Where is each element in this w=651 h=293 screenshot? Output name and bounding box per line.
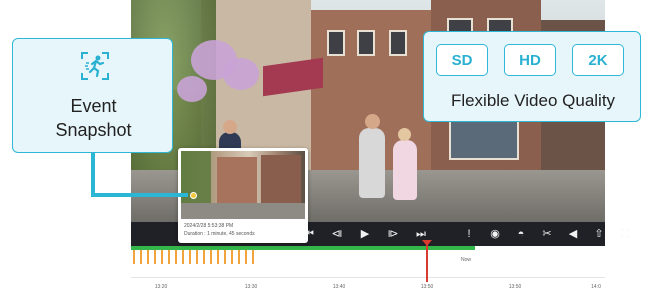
video-blossom [177, 76, 207, 102]
current-time-handle[interactable] [422, 240, 432, 246]
event-label-line1: Event [70, 96, 117, 116]
event-timestamp: 2024/2/28 5:53:38 PM [184, 223, 234, 229]
playback-controls: ⏮ ⧏ ▶ ⧐ ⏭ [303, 228, 427, 240]
timeline-label: 13:40 [332, 284, 346, 290]
timeline-label: 13:50 [420, 284, 434, 290]
video-blossom [223, 58, 259, 90]
mask-icon[interactable]: ◓ [515, 228, 527, 240]
event-tick[interactable] [189, 250, 191, 264]
event-duration: Duration : 1 minute, 45 seconds [184, 231, 255, 237]
event-markers [131, 250, 254, 264]
event-thumbnail-popup[interactable]: 2024/2/28 5:53:38 PM Duration : 1 minute… [178, 148, 308, 243]
timeline-label: 13:30 [244, 284, 258, 290]
event-tick[interactable] [245, 250, 247, 264]
event-tick[interactable] [175, 250, 177, 264]
event-tick[interactable] [133, 250, 135, 264]
play-icon[interactable]: ▶ [359, 228, 371, 240]
timeline-label: 13:50 [508, 284, 522, 290]
event-tick[interactable] [217, 250, 219, 264]
tool-controls: ! ◉ ◓ ✂ ◀ ⇧ ⛶ [463, 228, 631, 240]
scissors-icon[interactable]: ✂ [541, 228, 553, 240]
timeline-time-labels: 13:20 13:30 13:40 13:50 13:50 14:0 [131, 284, 605, 292]
event-label-line2: Snapshot [55, 120, 132, 140]
event-tick[interactable] [182, 250, 184, 264]
event-tick[interactable] [224, 250, 226, 264]
quality-label: Flexible Video Quality [450, 91, 616, 110]
video-quality-callout: SD HD 2K Flexible Video Quality [423, 31, 641, 122]
video-person-head [365, 114, 380, 129]
timeline-label: 14:0 [591, 284, 601, 290]
timeline-label: 13:20 [154, 284, 168, 290]
video-person [393, 140, 417, 200]
event-thumbnail-image [181, 151, 305, 219]
frame-back-icon[interactable]: ⧏ [331, 228, 343, 240]
video-window [327, 30, 345, 56]
current-time-indicator[interactable] [426, 242, 428, 282]
now-label: Now [461, 257, 472, 263]
volume-icon[interactable]: ◀ [567, 228, 579, 240]
quality-options: SD HD 2K [436, 44, 624, 76]
frame-forward-icon[interactable]: ⧐ [387, 228, 399, 240]
quality-2k-button[interactable]: 2K [572, 44, 624, 76]
playback-timeline[interactable]: Now 13:20 13:30 13:40 13:50 13:50 14:0 [131, 240, 605, 293]
camera-snapshot-icon[interactable]: ◉ [489, 228, 501, 240]
share-upload-icon[interactable]: ⇧ [593, 228, 605, 240]
event-tick[interactable] [147, 250, 149, 264]
quality-hd-button[interactable]: HD [504, 44, 556, 76]
video-window [357, 30, 375, 56]
event-tick[interactable] [252, 250, 254, 264]
event-tick[interactable] [161, 250, 163, 264]
video-window [389, 30, 407, 56]
video-person-head [398, 128, 411, 141]
video-person [359, 128, 385, 198]
event-tick[interactable] [231, 250, 233, 264]
event-tick[interactable] [168, 250, 170, 264]
alert-icon[interactable]: ! [463, 228, 475, 240]
timeline-ruler [131, 266, 605, 278]
event-tick[interactable] [140, 250, 142, 264]
fullscreen-icon[interactable]: ⛶ [619, 228, 631, 240]
skip-forward-icon[interactable]: ⏭ [415, 228, 427, 240]
video-person-head [223, 120, 237, 134]
event-tick[interactable] [203, 250, 205, 264]
event-tick[interactable] [210, 250, 212, 264]
callout-connector [91, 153, 95, 195]
event-tick[interactable] [196, 250, 198, 264]
event-snapshot-callout: Event Snapshot [12, 38, 173, 153]
event-tick[interactable] [154, 250, 156, 264]
quality-sd-button[interactable]: SD [436, 44, 488, 76]
callout-connector [91, 193, 188, 197]
event-marker-dot [190, 192, 197, 199]
event-tick[interactable] [238, 250, 240, 264]
running-person-icon [81, 52, 109, 80]
